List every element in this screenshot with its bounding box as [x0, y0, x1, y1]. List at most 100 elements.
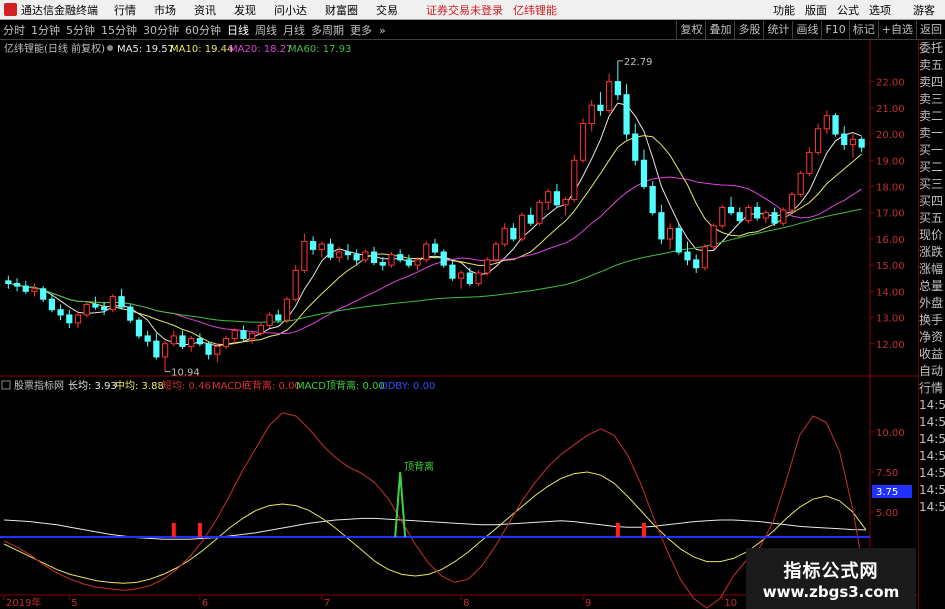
candle-body — [309, 241, 317, 250]
candle-body — [475, 272, 482, 284]
candle-body — [397, 254, 404, 261]
trade-login-status[interactable]: 证券交易未登录 — [426, 2, 503, 18]
period-5min[interactable]: 5分钟 — [66, 22, 95, 38]
multi-stock-button[interactable]: 多股 — [734, 21, 763, 40]
period-more[interactable]: 更多 — [350, 22, 372, 38]
add-watchlist-button[interactable]: +自选 — [877, 21, 916, 40]
candle-body — [344, 251, 352, 256]
candle-body — [814, 128, 822, 153]
menu-quotes[interactable]: 行情 — [114, 2, 136, 18]
candle-body — [188, 338, 195, 347]
side-item[interactable]: 行情 — [919, 380, 945, 397]
side-item: 外盘 — [919, 296, 944, 310]
candle-body — [205, 343, 212, 355]
draw-button[interactable]: 画线 — [792, 21, 821, 40]
menu-layout[interactable]: 版面 — [805, 2, 827, 18]
menu-news[interactable]: 资讯 — [194, 2, 216, 18]
period-daily[interactable]: 日线 — [227, 22, 249, 38]
more-arrow-icon[interactable]: » — [379, 24, 386, 37]
candle-body — [832, 115, 839, 135]
candle-body — [257, 324, 264, 334]
candle-body — [518, 214, 526, 240]
period-monthly[interactable]: 月线 — [283, 22, 305, 38]
menu-ask-xiaoda[interactable]: 问小达 — [274, 2, 307, 18]
quote-side-panel: 委托 卖五 卖四 卖三 卖二 卖一 买一 买二 买三 买四 买五 现价 涨跌 涨… — [918, 40, 945, 609]
candle-body — [492, 243, 500, 261]
overlay-button[interactable]: 叠加 — [705, 21, 734, 40]
candle-body — [5, 280, 12, 284]
chart-canvas[interactable]: 亿纬锂能(日线 前复权) MA5: 19.57 MA10: 19.44 MA20… — [0, 40, 918, 609]
bottom-divergence-bar — [615, 523, 620, 537]
candle-body — [249, 332, 256, 340]
price-tick-label: 15.00 — [876, 261, 905, 272]
candle-body — [849, 138, 857, 146]
menu-wealth-circle[interactable]: 财富圈 — [325, 2, 358, 18]
candle-body — [109, 296, 116, 311]
period-toolbar: 分时 1分钟 5分钟 15分钟 30分钟 60分钟 日线 周线 月线 多周期 更… — [0, 21, 945, 40]
candle-body — [405, 259, 412, 266]
candle-body — [266, 314, 273, 326]
period-1min[interactable]: 1分钟 — [31, 22, 60, 38]
f10-button[interactable]: F10 — [821, 21, 848, 40]
candle-body — [379, 262, 386, 266]
menu-options[interactable]: 选项 — [869, 2, 891, 18]
menu-discover[interactable]: 发现 — [234, 2, 256, 18]
date-tick-label: 5 — [71, 598, 77, 609]
side-item: 总量 — [919, 279, 944, 293]
app-title: 通达信金融终端 — [21, 3, 98, 17]
side-item[interactable]: 委托 — [919, 40, 945, 57]
menu-market[interactable]: 市场 — [154, 2, 176, 18]
candle-body — [440, 251, 447, 266]
side-item: 14:50 — [919, 432, 945, 446]
date-tick-label: 10 — [724, 598, 737, 609]
back-button[interactable]: 返回 — [916, 21, 945, 40]
trading-app-window: { "menubar": { "app_name": "通达信金融终端", "i… — [0, 0, 945, 609]
price-tick-label: 18.00 — [876, 182, 905, 193]
side-item[interactable]: 自动 — [919, 363, 945, 380]
top-divergence-label: 顶背离 — [404, 460, 434, 473]
candle-body — [745, 206, 752, 222]
candle-body — [693, 259, 700, 269]
settings-dot-icon[interactable] — [107, 45, 113, 51]
menu-trade[interactable]: 交易 — [376, 2, 398, 18]
adjust-button[interactable]: 复权 — [676, 21, 705, 40]
candle-body — [370, 251, 378, 264]
candle-body — [606, 81, 613, 111]
period-60min[interactable]: 60分钟 — [185, 22, 221, 38]
candle-body — [161, 343, 169, 358]
mid-ma-legend: 中均: 3.88 — [115, 379, 164, 392]
period-weekly[interactable]: 周线 — [255, 22, 277, 38]
candle-body — [275, 314, 282, 321]
side-item: 净资 — [919, 330, 944, 344]
candle-body — [562, 199, 569, 206]
candle-body — [684, 251, 691, 261]
watermark-title: 指标公式网 — [783, 560, 879, 582]
side-item: 14:50 — [919, 483, 945, 497]
side-item: 买四 — [919, 194, 944, 208]
period-15min[interactable]: 15分钟 — [101, 22, 137, 38]
side-item: 卖二 — [919, 109, 944, 123]
candle-body — [780, 209, 787, 224]
candle-body — [797, 172, 804, 195]
stats-button[interactable]: 统计 — [763, 21, 792, 40]
candle-body — [231, 330, 238, 340]
period-tick[interactable]: 分时 — [3, 22, 25, 38]
watermark-url: www.zbgs3.com — [762, 582, 900, 601]
period-30min[interactable]: 30分钟 — [143, 22, 179, 38]
candle-body — [754, 206, 761, 219]
mark-button[interactable]: 标记 — [848, 21, 878, 40]
candle-body — [588, 104, 595, 125]
ma60-legend: MA60: 17.93 — [288, 44, 351, 55]
candle-body — [536, 201, 543, 224]
low-price-label: 10.94 — [171, 368, 200, 379]
guest-user[interactable]: 游客 — [913, 2, 935, 18]
menu-formula[interactable]: 公式 — [837, 2, 859, 18]
side-item: 14:50 — [919, 500, 945, 514]
indicator-title: 股票指标网 — [14, 379, 64, 392]
side-item: 14:50 — [919, 398, 945, 412]
price-tick-label: 16.00 — [876, 235, 905, 246]
candle-body — [701, 246, 709, 269]
period-multi[interactable]: 多周期 — [311, 22, 344, 38]
side-item: 卖五 — [919, 58, 944, 72]
menu-function[interactable]: 功能 — [773, 2, 795, 18]
